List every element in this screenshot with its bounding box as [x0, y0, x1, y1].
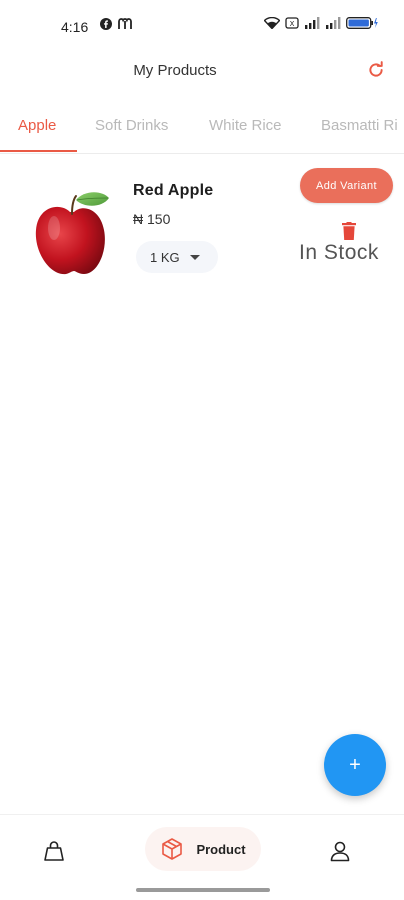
page-title: My Products	[133, 62, 217, 79]
variant-dropdown[interactable]: 1 KG	[136, 241, 218, 273]
stock-status: In Stock	[299, 241, 379, 264]
package-icon	[162, 838, 183, 860]
product-image	[35, 192, 109, 275]
tabs-divider	[0, 153, 404, 154]
add-variant-button[interactable]: Add Variant	[300, 168, 393, 203]
trash-icon[interactable]	[341, 222, 357, 240]
shopping-bag-icon	[44, 841, 64, 861]
facebook-icon	[100, 18, 112, 30]
tab-white-rice[interactable]: White Rice	[209, 117, 282, 134]
signal-icon	[305, 17, 320, 29]
status-system-icons: X	[264, 17, 378, 29]
sim-icon: X	[285, 17, 299, 29]
refresh-button[interactable]	[364, 58, 388, 82]
wifi-icon	[264, 17, 280, 29]
status-bar: 4:16 X	[0, 0, 404, 46]
tab-indicator	[0, 150, 77, 152]
tab-apple[interactable]: Apple	[18, 117, 56, 134]
status-app-icons	[100, 18, 132, 30]
tab-soft-drinks[interactable]: Soft Drinks	[95, 117, 168, 134]
signal-icon	[326, 17, 341, 29]
svg-text:X: X	[290, 20, 295, 28]
person-icon	[330, 841, 350, 862]
caret-down-icon	[190, 255, 200, 260]
refresh-icon	[369, 61, 383, 77]
product-price: ₦ 150	[133, 211, 171, 227]
messenger-icon	[118, 18, 132, 29]
tab-basmatti-rice[interactable]: Basmatti Ri	[321, 117, 398, 134]
battery-icon	[346, 17, 378, 29]
nav-orders[interactable]	[40, 837, 68, 865]
nav-product-label: Product	[196, 841, 246, 857]
status-time: 4:16	[61, 19, 89, 35]
nav-profile[interactable]	[326, 837, 354, 865]
home-indicator[interactable]	[136, 888, 270, 892]
variant-value: 1 KG	[150, 249, 180, 265]
add-product-fab[interactable]: +	[324, 734, 386, 796]
app-bar: My Products	[0, 46, 404, 96]
nav-product[interactable]: Product	[145, 827, 261, 871]
plus-icon: +	[349, 753, 361, 776]
product-name: Red Apple	[133, 182, 214, 199]
category-tabs: Apple Soft Drinks White Rice Basmatti Ri	[0, 100, 404, 154]
